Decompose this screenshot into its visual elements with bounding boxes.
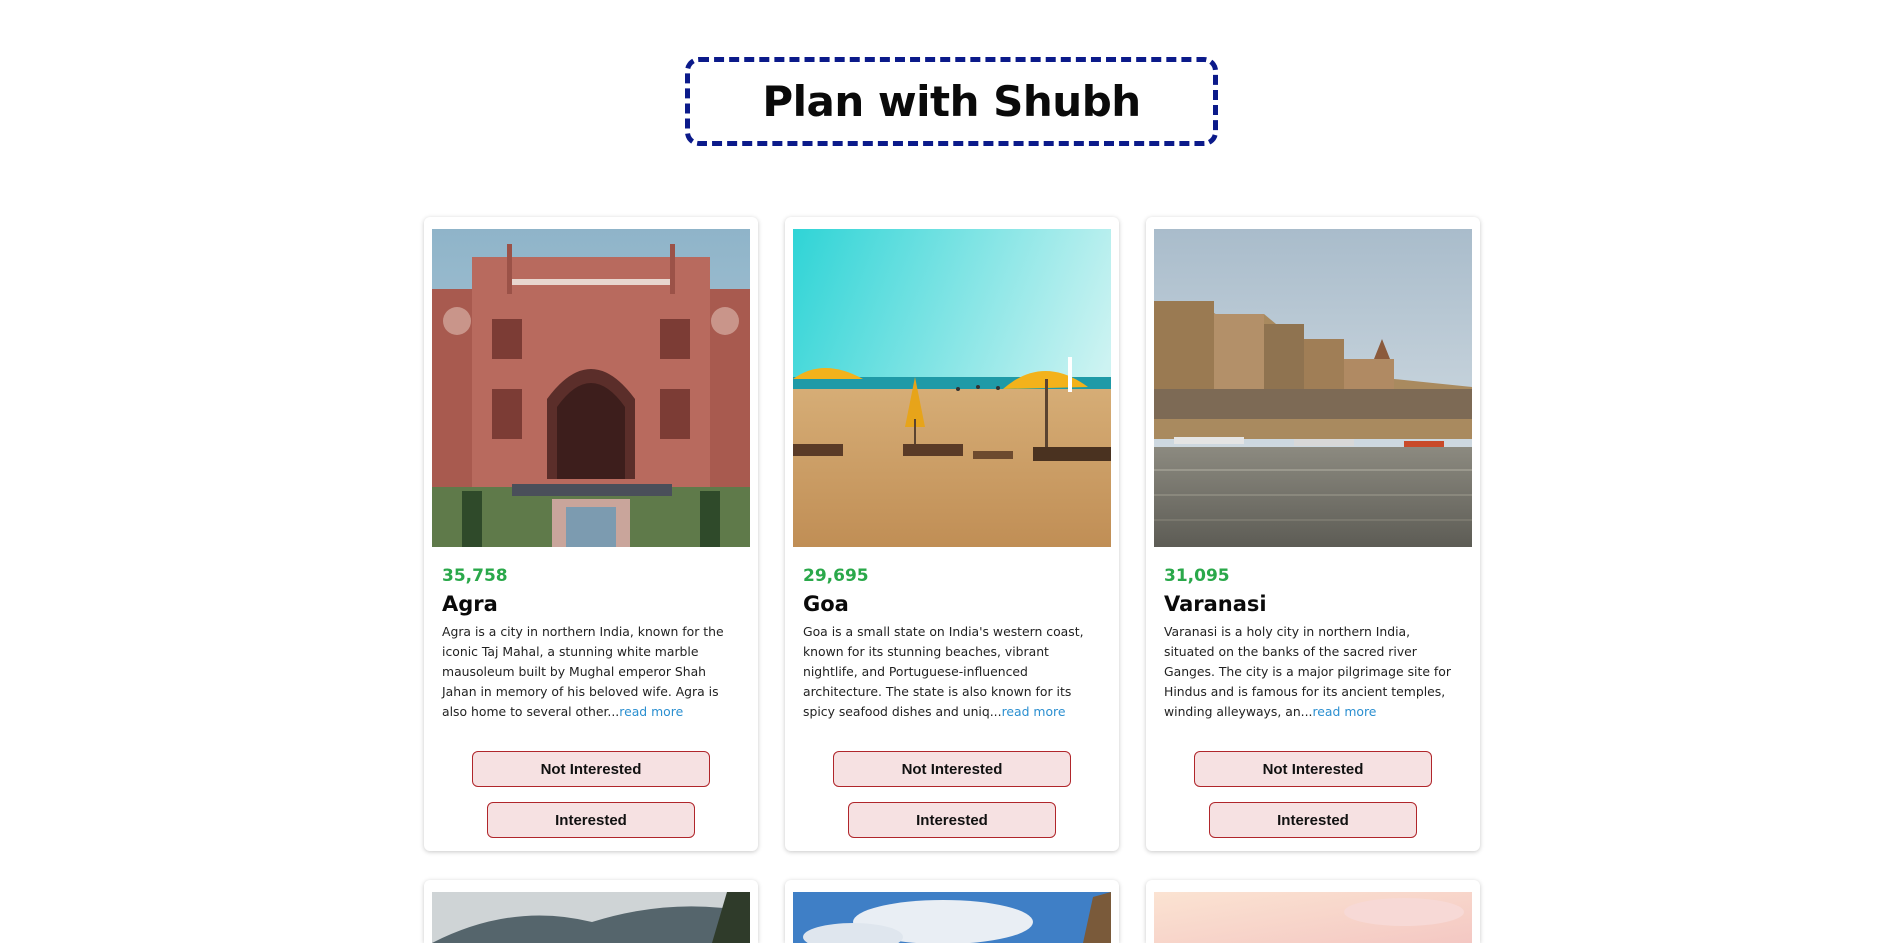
- not-interested-button[interactable]: Not Interested: [1194, 751, 1432, 787]
- destination-name: Goa: [803, 592, 849, 616]
- interested-button[interactable]: Interested: [848, 802, 1056, 838]
- sunset-photo-image: [1154, 892, 1472, 943]
- read-more-link[interactable]: read more: [1002, 704, 1066, 719]
- mountain-photo-image: [432, 892, 750, 943]
- not-interested-button[interactable]: Not Interested: [472, 751, 710, 787]
- destination-grid: 35,758 Agra Agra is a city in northern I…: [0, 0, 1893, 943]
- agra-photo-image: [432, 229, 750, 547]
- goa-photo: [793, 229, 1111, 547]
- not-interested-button[interactable]: Not Interested: [833, 751, 1071, 787]
- destination-description: Agra is a city in northern India, known …: [442, 622, 742, 722]
- destination-name: Agra: [442, 592, 498, 616]
- goa-photo-image: [793, 229, 1111, 547]
- description-text: Varanasi is a holy city in northern Indi…: [1164, 624, 1451, 719]
- read-more-link[interactable]: read more: [1312, 704, 1376, 719]
- price-label: 35,758: [442, 566, 508, 586]
- destination-description: Varanasi is a holy city in northern Indi…: [1164, 622, 1464, 722]
- destination-card-row2-1: [424, 880, 758, 943]
- interested-button[interactable]: Interested: [487, 802, 695, 838]
- destination-photo: [793, 892, 1111, 943]
- destination-description: Goa is a small state on India's western …: [803, 622, 1103, 722]
- read-more-link[interactable]: read more: [619, 704, 683, 719]
- varanasi-photo-image: [1154, 229, 1472, 547]
- destination-card-row2-2: [785, 880, 1119, 943]
- destination-photo: [432, 892, 750, 943]
- sky-photo-image: [793, 892, 1111, 943]
- destination-name: Varanasi: [1164, 592, 1267, 616]
- price-label: 29,695: [803, 566, 869, 586]
- interested-button[interactable]: Interested: [1209, 802, 1417, 838]
- destination-card-row2-3: [1146, 880, 1480, 943]
- destination-card-varanasi: 31,095 Varanasi Varanasi is a holy city …: [1146, 217, 1480, 851]
- varanasi-photo: [1154, 229, 1472, 547]
- destination-card-goa: 29,695 Goa Goa is a small state on India…: [785, 217, 1119, 851]
- agra-photo: [432, 229, 750, 547]
- price-label: 31,095: [1164, 566, 1230, 586]
- destination-photo: [1154, 892, 1472, 943]
- destination-card-agra: 35,758 Agra Agra is a city in northern I…: [424, 217, 758, 851]
